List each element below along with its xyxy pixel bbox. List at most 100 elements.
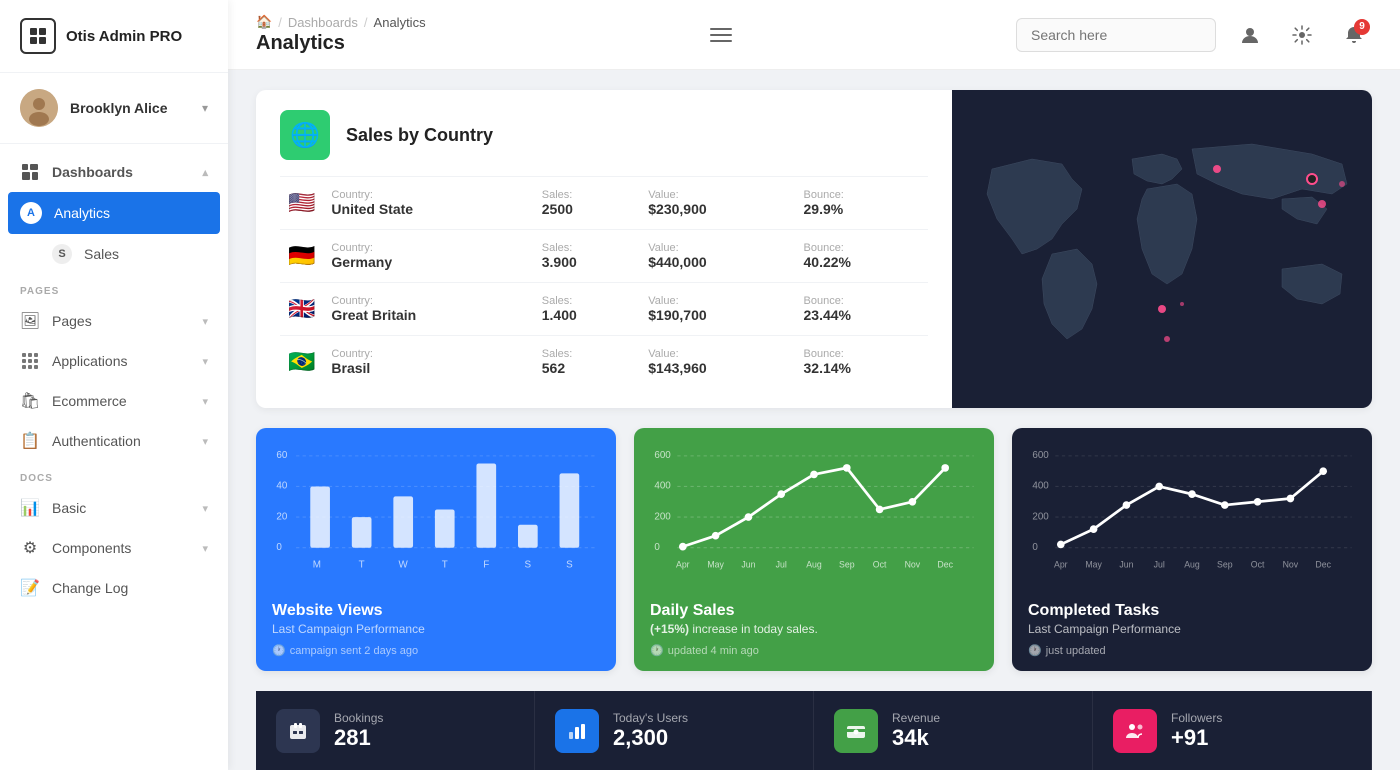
sidebar-item-authentication[interactable]: 📋 Authentication ▾ (0, 421, 228, 461)
svg-text:Apr: Apr (676, 559, 690, 569)
applications-icon (20, 351, 40, 371)
breadcrumb: 🏠 / Dashboards / Analytics (256, 14, 426, 30)
country-label: Country: (331, 348, 525, 360)
charts-row: 60 40 20 0 (256, 428, 1372, 671)
today-users-icon (555, 709, 599, 753)
settings-button[interactable] (1284, 17, 1320, 53)
sidebar-item-ecommerce-label: Ecommerce (52, 393, 127, 409)
website-views-title: Website Views (272, 602, 600, 620)
table-row: 🇺🇸 Country: United State Sales: 2500 Val… (280, 177, 928, 230)
sidebar-nav: Dashboards ▴ A Analytics S Sales PAGES 🖼… (0, 144, 228, 770)
sidebar-item-components[interactable]: ⚙ Components ▾ (0, 528, 228, 568)
search-input[interactable] (1016, 18, 1216, 52)
svg-text:200: 200 (1032, 511, 1049, 522)
completed-tasks-chart: 600 400 200 0 (1028, 444, 1356, 588)
ecommerce-chevron-icon: ▾ (202, 395, 208, 408)
sidebar-item-pages[interactable]: 🖼 Pages ▾ (0, 301, 228, 341)
today-users-value: 2,300 (613, 725, 688, 751)
stats-row: Bookings 281 Today's Users 2,300 (256, 691, 1372, 770)
table-row: 🇩🇪 Country: Germany Sales: 3.900 Value: … (280, 230, 928, 283)
sidebar-item-changelog[interactable]: 📝 Change Log (0, 568, 228, 608)
breadcrumb-sep-2: / (364, 15, 368, 30)
avatar (20, 89, 58, 127)
sidebar-item-basic-label: Basic (52, 500, 86, 516)
daily-sales-footer: Daily Sales (+15%) increase in today sal… (634, 588, 994, 671)
sidebar-item-authentication-label: Authentication (52, 433, 141, 449)
sales-stat: Sales: 2500 (534, 177, 641, 230)
completed-tasks-meta-text: just updated (1046, 645, 1106, 657)
svg-text:0: 0 (276, 542, 282, 553)
sidebar-item-applications-label: Applications (52, 353, 128, 369)
sidebar-item-applications[interactable]: Applications ▾ (0, 341, 228, 381)
user-profile-button[interactable] (1232, 17, 1268, 53)
applications-chevron-icon: ▾ (202, 355, 208, 368)
country-info: Country: United State (323, 177, 533, 230)
svg-text:Jul: Jul (1154, 559, 1165, 569)
notification-badge: 9 (1354, 19, 1370, 35)
country-label: Country: (331, 242, 525, 254)
clock-icon-3: 🕐 (1028, 644, 1042, 657)
hamburger-button[interactable] (706, 24, 736, 46)
clock-icon-1: 🕐 (272, 644, 286, 657)
notifications-button[interactable]: 9 (1336, 17, 1372, 53)
sales-card-header: 🌐 Sales by Country (280, 110, 928, 160)
bounce-stat: Bounce: 32.14% (796, 336, 929, 389)
svg-text:M: M (313, 559, 321, 570)
user-icon (1240, 25, 1260, 45)
website-views-footer: Website Views Last Campaign Performance … (256, 588, 616, 671)
sidebar-item-ecommerce[interactable]: 🛍 Ecommerce ▾ (0, 381, 228, 421)
breadcrumb-dashboards[interactable]: Dashboards (288, 15, 358, 30)
revenue-value: 34k (892, 725, 940, 751)
sidebar-item-basic[interactable]: 📊 Basic ▾ (0, 488, 228, 528)
revenue-info: Revenue 34k (892, 711, 940, 751)
basic-icon: 📊 (20, 498, 40, 518)
pages-chevron-icon: ▾ (202, 315, 208, 328)
svg-text:T: T (359, 559, 365, 570)
website-views-meta: 🕐 campaign sent 2 days ago (272, 644, 600, 657)
header-left: 🏠 / Dashboards / Analytics Analytics (256, 14, 426, 55)
bookings-value: 281 (334, 725, 383, 751)
home-icon: 🏠 (256, 14, 272, 30)
website-views-chart: 60 40 20 0 (272, 444, 600, 588)
pages-section-label: PAGES (0, 274, 228, 301)
svg-text:S: S (525, 559, 532, 570)
sidebar-item-analytics[interactable]: A Analytics (8, 192, 220, 234)
bookings-label: Bookings (334, 711, 383, 725)
country-flag: 🇩🇪 (288, 243, 315, 268)
docs-section-label: DOCS (0, 461, 228, 488)
svg-text:W: W (399, 559, 409, 570)
svg-text:S: S (566, 559, 573, 570)
svg-text:20: 20 (276, 511, 287, 522)
country-label: Country: (331, 189, 525, 201)
header: 🏠 / Dashboards / Analytics Analytics (228, 0, 1400, 70)
value-stat: Value: $143,960 (640, 336, 795, 389)
breadcrumb-current: Analytics (374, 15, 426, 30)
sidebar-user[interactable]: Brooklyn Alice ▾ (0, 73, 228, 144)
stat-item-followers: Followers +91 (1093, 691, 1372, 770)
followers-info: Followers +91 (1171, 711, 1222, 751)
svg-text:0: 0 (654, 542, 660, 553)
svg-text:F: F (483, 559, 489, 570)
sales-table: 🇺🇸 Country: United State Sales: 2500 Val… (280, 176, 928, 388)
world-map-svg (952, 90, 1372, 408)
svg-text:Oct: Oct (873, 559, 887, 569)
daily-sales-chart: 600 400 200 0 (650, 444, 978, 588)
components-icon: ⚙ (20, 538, 40, 558)
website-views-meta-text: campaign sent 2 days ago (290, 645, 418, 657)
sidebar-item-sales-label: Sales (84, 246, 119, 262)
sidebar-item-dashboards[interactable]: Dashboards ▴ (0, 152, 228, 192)
country-flag: 🇬🇧 (288, 296, 315, 321)
sidebar-item-components-label: Components (52, 540, 131, 556)
hamburger-line-1 (710, 28, 732, 30)
svg-text:Nov: Nov (1283, 559, 1299, 569)
sales-stat: Sales: 3.900 (534, 230, 641, 283)
country-label: Country: (331, 295, 525, 307)
sales-card-title: Sales by Country (346, 125, 493, 146)
sales-by-country-card: 🌐 Sales by Country 🇺🇸 Country: United St… (256, 90, 1372, 408)
sidebar-item-sales[interactable]: S Sales (0, 234, 228, 274)
changelog-icon: 📝 (20, 578, 40, 598)
daily-sales-card: 600 400 200 0 (634, 428, 994, 671)
country-name: United State (331, 201, 525, 217)
pages-icon: 🖼 (20, 311, 40, 331)
sidebar: Otis Admin PRO Brooklyn Alice ▾ (0, 0, 228, 770)
